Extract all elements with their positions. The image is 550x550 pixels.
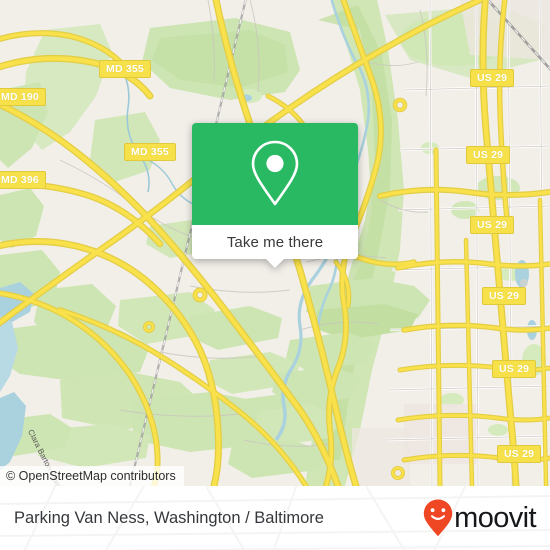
footer-bar: Parking Van Ness, Washington / Baltimore… [0, 486, 550, 550]
road-shield: US 29 [492, 360, 537, 378]
road-shield: MD 190 [0, 88, 46, 106]
moovit-smiley-pin-icon [423, 499, 453, 537]
card-pointer-tail [266, 259, 284, 268]
road-shield: MD 396 [0, 171, 46, 189]
map-pin-icon [251, 140, 299, 206]
road-shield: US 29 [470, 69, 515, 87]
take-me-there-label: Take me there [226, 233, 324, 251]
card-footer[interactable]: Take me there [192, 225, 358, 268]
footer-title-text: Parking Van Ness, Washington / Baltimore [14, 508, 324, 527]
road-shield: US 29 [470, 216, 515, 234]
moovit-wordmark: moovit [454, 501, 536, 534]
moovit-logo[interactable]: moovit [423, 486, 537, 550]
road-shield: MD 355 [124, 143, 176, 161]
road-shield: US 29 [497, 445, 542, 463]
card-image-area [192, 123, 358, 225]
place-callout-card[interactable]: Take me there [192, 123, 358, 268]
road-shield: US 29 [466, 146, 511, 164]
road-shield: MD 355 [99, 60, 151, 78]
page-title: Parking Van Ness, Washington / Baltimore [14, 486, 324, 550]
map-attribution[interactable]: © OpenStreetMap contributors [0, 466, 184, 486]
attribution-text: © OpenStreetMap contributors [6, 469, 176, 483]
map-screen: MD 355 MD 190 MD 355 MD 396 US 29 US 29 … [0, 0, 550, 550]
road-shield: US 29 [482, 287, 527, 305]
map-canvas[interactable]: MD 355 MD 190 MD 355 MD 396 US 29 US 29 … [0, 0, 550, 486]
